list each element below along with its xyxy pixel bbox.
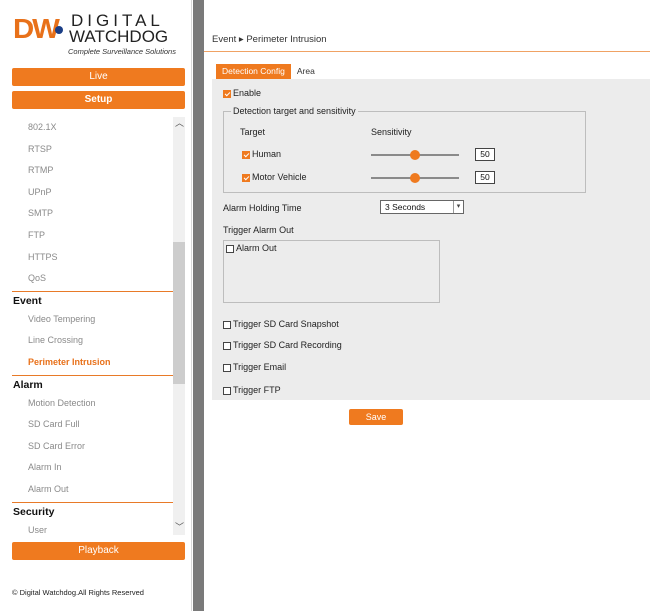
logo-line2: WATCHDOG — [69, 27, 169, 46]
menu-section-security[interactable]: Security — [12, 501, 173, 520]
sidebar-item-802-1x[interactable]: 802.1X — [12, 117, 173, 139]
trigger-sd-snapshot-checkbox[interactable] — [223, 320, 231, 329]
trigger-email-row[interactable]: Trigger Email — [223, 362, 286, 372]
human-sensitivity-value[interactable]: 50 — [475, 148, 495, 161]
chevron-down-icon[interactable]: ▾ — [453, 201, 463, 213]
enable-checkbox[interactable] — [223, 89, 231, 98]
detection-group-legend: Detection target and sensitivity — [231, 106, 358, 116]
setup-button[interactable]: Setup — [12, 91, 185, 109]
sidebar-item-qos[interactable]: QoS — [12, 268, 173, 290]
chevron-up-icon[interactable]: ︿ — [175, 119, 184, 128]
sidebar-item-upnp[interactable]: UPnP — [12, 182, 173, 204]
sidebar-item-video-tempering[interactable]: Video Tempering — [12, 309, 173, 331]
motor-vehicle-checkbox[interactable] — [242, 173, 250, 182]
trigger-email-label: Trigger Email — [233, 362, 287, 372]
digital-watchdog-logo: DW DIGITAL WATCHDOG Complete Surveillanc… — [13, 10, 183, 58]
live-button[interactable]: Live — [12, 68, 185, 86]
sidebar-item-user[interactable]: User — [12, 520, 173, 536]
trigger-sd-recording-checkbox[interactable] — [223, 341, 231, 350]
trigger-ftp-checkbox[interactable] — [223, 386, 231, 395]
trigger-sd-recording-row[interactable]: Trigger SD Card Recording — [223, 340, 342, 350]
human-label: Human — [252, 149, 282, 159]
trigger-sd-recording-label: Trigger SD Card Recording — [233, 340, 342, 350]
sensitivity-column-header: Sensitivity — [371, 127, 412, 137]
alarm-out-label: Alarm Out — [236, 243, 277, 253]
tab-area[interactable]: Area — [291, 64, 321, 79]
human-sensitivity-knob[interactable] — [410, 150, 420, 160]
sidebar-item-smtp[interactable]: SMTP — [12, 203, 173, 225]
sidebar-item-https[interactable]: HTTPS — [12, 247, 173, 269]
alarm-holding-time-label: Alarm Holding Time — [223, 203, 302, 213]
alarm-holding-time-value: 3 Seconds — [385, 202, 426, 212]
motor-vehicle-sensitivity-value[interactable]: 50 — [475, 171, 495, 184]
alarm-out-checkbox[interactable] — [226, 244, 234, 253]
logo-initials: DW — [13, 13, 60, 44]
scrollbar-thumb[interactable] — [173, 242, 185, 384]
trigger-alarm-out-label: Trigger Alarm Out — [223, 225, 294, 235]
sidebar-item-alarm-in[interactable]: Alarm In — [12, 457, 173, 479]
sidebar: DW DIGITAL WATCHDOG Complete Surveillanc… — [0, 0, 192, 611]
target-row-human[interactable]: Human — [242, 149, 281, 159]
tab-bar: Detection Config Area — [216, 64, 321, 79]
menu-scrollbar[interactable]: ︿ ﹀ — [173, 117, 185, 535]
trigger-ftp-row[interactable]: Trigger FTP — [223, 385, 281, 395]
sidebar-item-rtsp[interactable]: RTSP — [12, 139, 173, 161]
logo-tagline: Complete Surveillance Solutions — [68, 47, 176, 56]
motor-vehicle-sensitivity-knob[interactable] — [410, 173, 420, 183]
breadcrumb: Event ▸ Perimeter Intrusion — [212, 34, 327, 45]
sidebar-item-sd-card-full[interactable]: SD Card Full — [12, 414, 173, 436]
panel-divider — [193, 0, 204, 611]
trigger-email-checkbox[interactable] — [223, 363, 231, 372]
detection-config-panel: Enable Detection target and sensitivity … — [212, 79, 650, 400]
detection-target-group: Detection target and sensitivity Target … — [223, 106, 586, 193]
setup-menu: 802.1X RTSP RTMP UPnP SMTP FTP HTTPS QoS Event Vi… — [12, 117, 173, 535]
human-sensitivity-slider[interactable] — [371, 150, 459, 160]
trigger-ftp-label: Trigger FTP — [233, 385, 281, 395]
chevron-down-icon[interactable]: ﹀ — [175, 523, 184, 532]
target-column-header: Target — [240, 127, 266, 137]
sidebar-item-sd-card-error[interactable]: SD Card Error — [12, 436, 173, 458]
sidebar-item-perimeter-intrusion[interactable]: Perimeter Intrusion — [12, 352, 173, 374]
sidebar-item-alarm-out[interactable]: Alarm Out — [12, 479, 173, 501]
trigger-sd-snapshot-row[interactable]: Trigger SD Card Snapshot — [223, 319, 339, 329]
tab-detection-config[interactable]: Detection Config — [216, 64, 291, 79]
target-row-motor-vehicle[interactable]: Motor Vehicle — [242, 172, 307, 182]
sidebar-item-ftp[interactable]: FTP — [12, 225, 173, 247]
alarm-out-item[interactable]: Alarm Out — [226, 243, 277, 253]
alarm-out-list: Alarm Out — [223, 240, 440, 303]
logo-dot-icon — [55, 26, 63, 34]
save-button[interactable]: Save — [349, 409, 403, 425]
menu-section-alarm[interactable]: Alarm — [12, 374, 173, 393]
sidebar-item-motion-detection[interactable]: Motion Detection — [12, 393, 173, 415]
motor-vehicle-label: Motor Vehicle — [252, 172, 307, 182]
motor-vehicle-sensitivity-slider[interactable] — [371, 173, 459, 183]
trigger-sd-snapshot-label: Trigger SD Card Snapshot — [233, 319, 339, 329]
sidebar-item-rtmp[interactable]: RTMP — [12, 160, 173, 182]
menu-section-event[interactable]: Event — [12, 290, 173, 309]
enable-row[interactable]: Enable — [223, 88, 261, 98]
alarm-holding-time-select[interactable]: 3 Seconds ▾ — [380, 200, 464, 214]
human-checkbox[interactable] — [242, 150, 250, 159]
copyright-text: © Digital Watchdog.All Rights Reserved — [12, 588, 144, 597]
sidebar-item-line-crossing[interactable]: Line Crossing — [12, 330, 173, 352]
breadcrumb-divider — [204, 51, 650, 52]
enable-label: Enable — [233, 88, 262, 98]
main-content: Event ▸ Perimeter Intrusion Detection Co… — [204, 0, 650, 611]
playback-button[interactable]: Playback — [12, 542, 185, 560]
